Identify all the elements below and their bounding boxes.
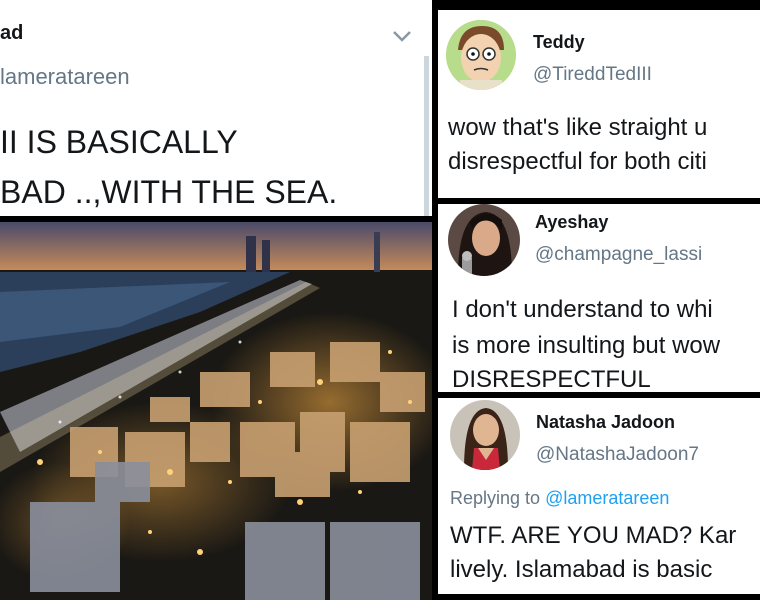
chevron-down-icon[interactable]: [390, 26, 414, 46]
reply-author-handle[interactable]: @NatashaJadoon7: [536, 444, 699, 466]
scrollbar[interactable]: [424, 56, 429, 216]
left-tweet: ad lameratareen II IS BASICALLY BAD ..,W…: [0, 0, 432, 216]
reply-author-name[interactable]: Teddy: [533, 32, 585, 53]
reply-text-line: is more insulting but wow: [452, 332, 721, 359]
reply-text-line: I don't understand to whi: [452, 296, 713, 323]
photo-avatar: [448, 204, 520, 276]
reply-text-line: lively. Islamabad is basic: [450, 556, 713, 583]
city-night-photo: [0, 222, 432, 600]
tweet-author-handle[interactable]: lameratareen: [0, 64, 130, 90]
tweet-author-name[interactable]: ad: [0, 22, 23, 45]
reply-tweet: Teddy @TireddTedIII wow that's like stra…: [438, 10, 760, 198]
city-photo: [0, 222, 432, 600]
reply-text-line: DISRESPECTFUL: [452, 366, 651, 392]
tweet-text-line: BAD ..,WITH THE SEA.: [0, 174, 338, 210]
reply-tweet: Ayeshay @champagne_lassi I don't underst…: [438, 204, 760, 392]
avatar[interactable]: [450, 400, 520, 470]
replying-to-mention[interactable]: @lameratareen: [545, 488, 669, 508]
reply-author-handle[interactable]: @TireddTedIII: [533, 64, 652, 86]
reply-text-line: wow that's like straight u: [448, 114, 708, 141]
reply-text-line: WTF. ARE YOU MAD? Kar: [450, 522, 737, 549]
cartoon-avatar: [446, 20, 516, 90]
avatar[interactable]: [448, 204, 520, 276]
reply-author-name[interactable]: Natasha Jadoon: [536, 412, 675, 433]
replying-to-prefix: Replying to: [450, 488, 546, 508]
reply-tweet: Natasha Jadoon @NatashaJadoon7 Replying …: [438, 398, 760, 594]
avatar[interactable]: [446, 20, 516, 90]
replying-to: Replying to @lameratareen: [450, 488, 669, 509]
tweet-text-line: II IS BASICALLY: [0, 124, 238, 160]
photo-avatar: [450, 400, 520, 470]
reply-author-handle[interactable]: @champagne_lassi: [535, 244, 702, 266]
reply-text-line: disrespectful for both citi: [448, 148, 707, 175]
reply-author-name[interactable]: Ayeshay: [535, 212, 608, 233]
